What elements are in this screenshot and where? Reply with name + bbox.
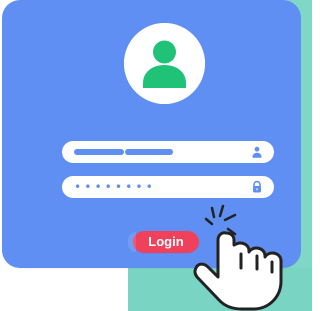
lock-icon	[250, 180, 264, 194]
background-accent-bottom	[128, 268, 312, 311]
username-field[interactable]	[62, 141, 274, 163]
user-icon	[250, 145, 264, 159]
password-field[interactable]: ••••••••	[62, 176, 274, 198]
password-mask: ••••••••	[74, 180, 156, 194]
username-placeholder-line	[125, 149, 173, 155]
avatar	[124, 23, 205, 104]
username-placeholder-line	[74, 149, 124, 155]
user-avatar-icon	[124, 23, 205, 104]
login-button[interactable]: Login	[128, 231, 199, 253]
login-screen: •••••••• Login	[0, 0, 312, 311]
login-card: •••••••• Login	[2, 0, 301, 268]
